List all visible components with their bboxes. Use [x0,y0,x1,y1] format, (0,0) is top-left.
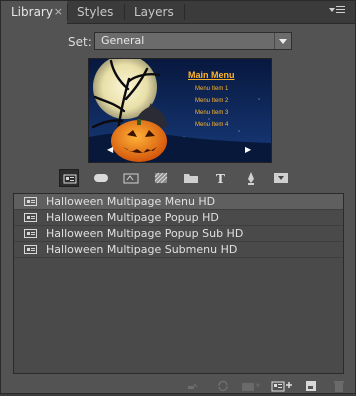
halloween-preview-art: ◀ ▶ [89,59,271,162]
preview-menu-item: Menu Item 3 [195,110,229,116]
menu-icon [24,197,37,206]
trash-icon[interactable] [332,377,346,392]
folder-icon[interactable] [181,169,201,187]
button-icon[interactable] [91,169,111,187]
list-item[interactable]: Halloween Multipage Menu HD [14,194,343,210]
pattern-icon[interactable] [151,169,171,187]
tab-divider [184,4,185,20]
tab-bar: Library × Styles Layers [1,1,355,24]
set-dropdown[interactable]: General [94,32,292,50]
library-panel: Library × Styles Layers Set: General ◀ ▶… [0,0,356,394]
category-toolbar: T [59,169,299,187]
tab-styles[interactable]: Styles [67,1,124,23]
set-label: Set: [68,35,92,49]
menu-icon [24,245,37,254]
list-item[interactable]: Halloween Multipage Submenu HD [14,242,343,258]
preview-title: Main Menu [188,70,235,80]
nav-left-icon: ◀ [107,145,114,154]
tab-library-label: Library [11,5,53,19]
new-layer-icon[interactable] [240,377,262,391]
menu-icon [24,229,37,238]
list-item-label: Halloween Multipage Popup Sub HD [46,227,244,240]
sync-icon[interactable] [216,377,230,392]
import-icon[interactable] [304,377,318,391]
preview-menu-item: Menu Item 1 [195,86,229,92]
new-menu-icon[interactable] [270,377,294,392]
menu-icon [24,213,37,222]
list-item[interactable]: Halloween Multipage Popup HD [14,210,343,226]
chevron-down-icon [329,8,335,12]
list-item-label: Halloween Multipage Menu HD [46,195,216,208]
text-icon[interactable]: T [211,169,231,187]
text-button-icon[interactable] [121,169,141,187]
library-items-list: Halloween Multipage Menu HD Halloween Mu… [13,193,344,374]
close-icon[interactable]: × [54,1,63,23]
preview-menu-item: Menu Item 2 [195,98,229,104]
panel-menu-button[interactable] [329,4,349,18]
preview-menu-item: Menu Item 4 [195,122,229,128]
list-item-label: Halloween Multipage Submenu HD [46,243,238,256]
tab-layers[interactable]: Layers [124,1,184,23]
svg-text:T: T [216,172,225,186]
arrow-icon[interactable] [186,377,200,389]
chevron-down-icon [274,33,291,49]
pen-icon[interactable] [241,169,261,187]
menu-icon[interactable] [59,169,79,187]
menu-preview-thumbnail: ◀ ▶ Main Menu Menu Item 1 Menu Item 2 Me… [88,58,272,163]
tab-layers-label: Layers [134,5,174,19]
list-item[interactable]: Halloween Multipage Popup Sub HD [14,226,343,242]
nav-right-icon: ▶ [245,145,252,154]
download-icon[interactable] [271,169,291,187]
bottom-toolbar [186,377,356,392]
list-item-label: Halloween Multipage Popup HD [46,211,219,224]
hamburger-icon [336,6,345,7]
tab-library[interactable]: Library × [1,1,67,24]
tab-styles-label: Styles [77,5,114,19]
set-dropdown-value: General [101,34,145,47]
